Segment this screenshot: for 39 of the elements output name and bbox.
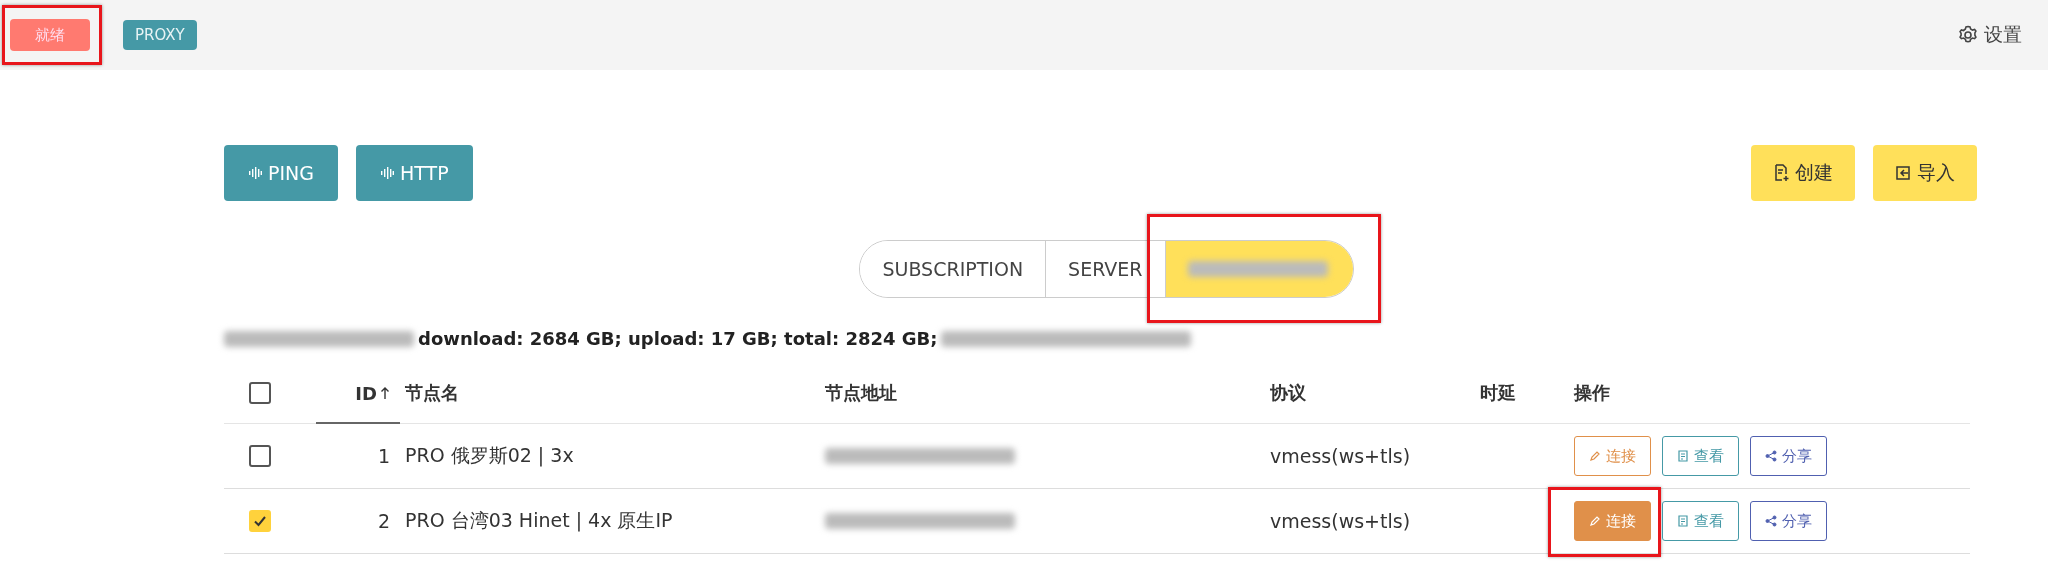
document-icon (1677, 450, 1689, 462)
test-button[interactable]: PING (224, 145, 338, 201)
protocol-cell: vmess(ws+tls) (1270, 445, 1411, 467)
pencil-icon (1589, 450, 1601, 462)
share-button[interactable]: 分享 (1750, 436, 1827, 476)
test-button[interactable]: HTTP (356, 145, 473, 201)
column-header: 协议 (1270, 381, 1306, 405)
share-icon (1765, 515, 1777, 527)
node-name-cell: PRO 台湾03 Hinet | 4x 原生IP (405, 508, 673, 534)
create-button[interactable]: 创建 (1751, 145, 1855, 201)
node-name-cell: PRO 俄罗斯02 | 3x (405, 443, 574, 469)
sound-wave-icon (248, 166, 262, 180)
mode-badge: PROXY (123, 20, 197, 50)
row-checkbox[interactable] (249, 445, 271, 467)
view-button[interactable]: 查看 (1662, 501, 1739, 541)
sound-wave-icon (380, 166, 394, 180)
view-button[interactable]: 查看 (1662, 436, 1739, 476)
pencil-icon (1589, 515, 1601, 527)
usage-text: download: 2684 GB; upload: 17 GB; total: 2824 GB; (418, 328, 938, 349)
share-icon (1765, 450, 1777, 462)
column-header: 节点地址 (825, 381, 897, 405)
document-plus-icon (1773, 164, 1789, 182)
document-icon (1677, 515, 1689, 527)
sort-arrow-icon (380, 386, 390, 400)
status-badge: 就绪 (10, 19, 90, 51)
share-button[interactable]: 分享 (1750, 501, 1827, 541)
protocol-cell: vmess(ws+tls) (1270, 510, 1411, 532)
settings-button[interactable]: 设置 (1952, 21, 2028, 49)
settings-icon (1958, 25, 1978, 45)
id-cell: 2 (377, 510, 390, 532)
column-header: 时延 (1480, 381, 1516, 405)
column-header: 操作 (1574, 381, 1610, 405)
column-header: 节点名 (405, 381, 459, 405)
import-icon (1895, 165, 1911, 181)
select-all-checkbox[interactable] (249, 382, 271, 404)
check-icon (253, 514, 267, 528)
id-cell: 1 (377, 445, 390, 467)
column-header[interactable]: ID (355, 382, 390, 404)
import-button[interactable]: 导入 (1873, 145, 1977, 201)
